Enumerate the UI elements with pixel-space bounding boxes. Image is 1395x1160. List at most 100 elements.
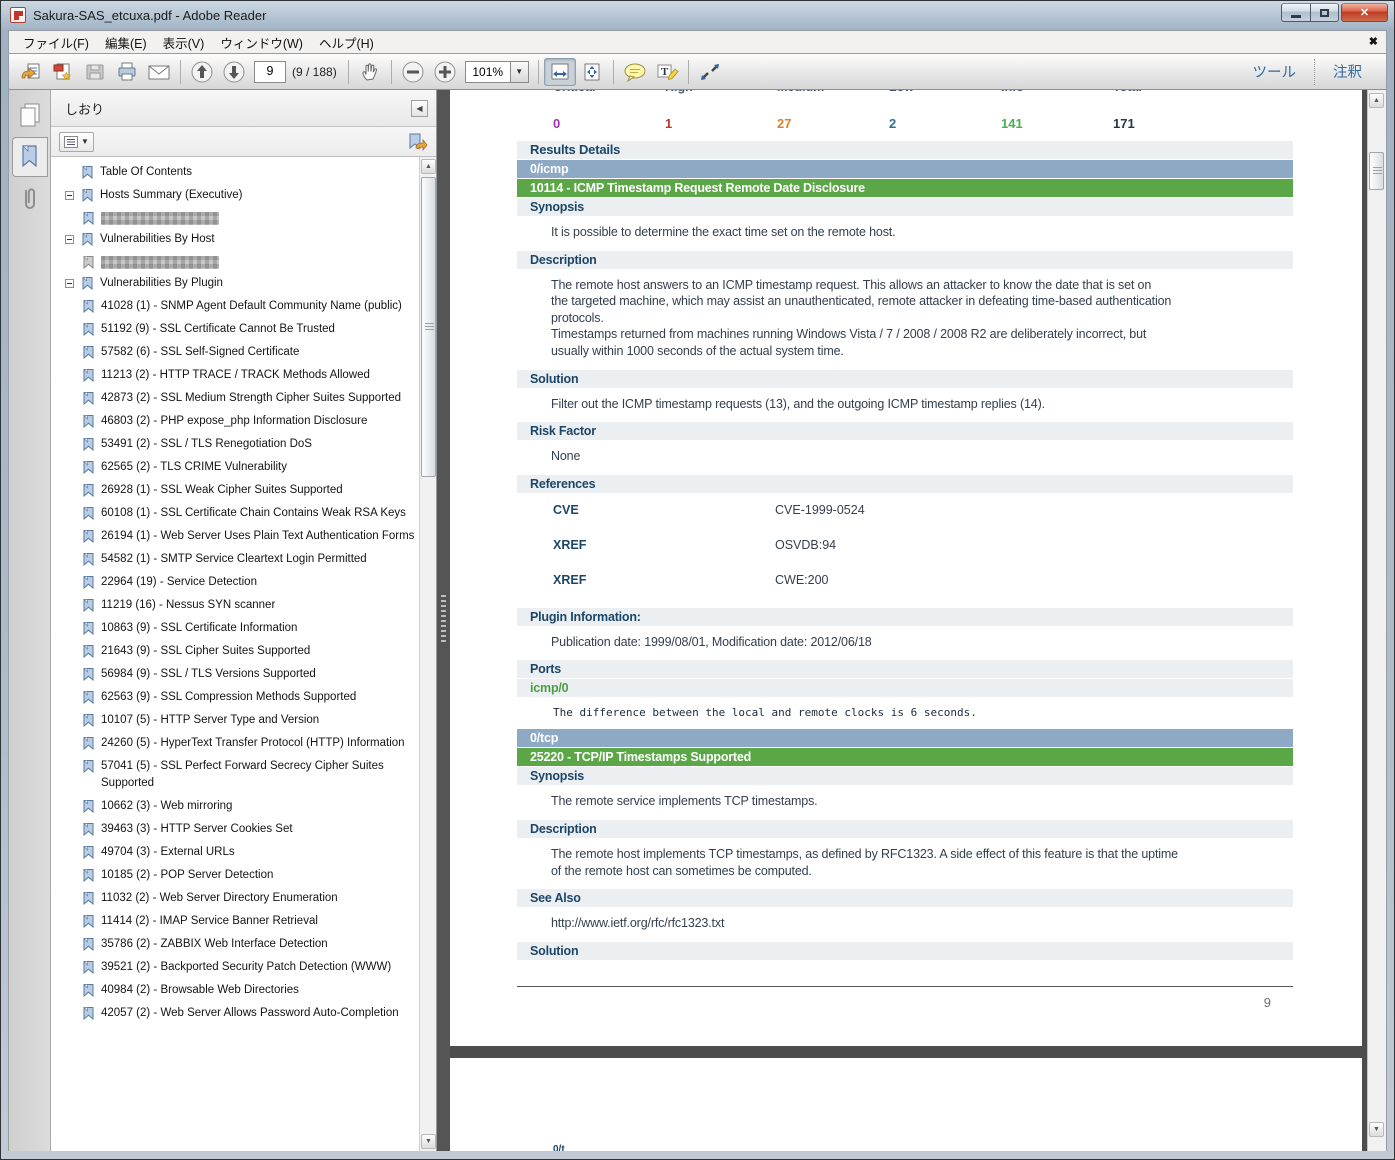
bookmark-item[interactable]: 11219 (16) - Nessus SYN scanner [51,594,419,617]
bookmark-item[interactable]: 39521 (2) - Backported Security Patch De… [51,956,419,979]
panel-splitter[interactable] [437,90,450,1151]
print-button[interactable] [111,58,143,86]
bookmark-item[interactable]: 62563 (9) - SSL Compression Methods Supp… [51,686,419,709]
attachments-panel-button[interactable] [13,180,47,218]
bookmark-item[interactable]: Table Of Contents [51,161,419,184]
collapse-panel-button[interactable]: ◀ [411,100,428,117]
bookmark-item-redacted[interactable] [51,207,419,228]
bookmark-item[interactable]: 11414 (2) - IMAP Service Banner Retrieva… [51,910,419,933]
bookmark-item[interactable]: 62565 (2) - TLS CRIME Vulnerability [51,456,419,479]
bookmark-item[interactable]: 11213 (2) - HTTP TRACE / TRACK Methods A… [51,364,419,387]
comment-button[interactable] [619,58,651,86]
scroll-down-arrow[interactable]: ▼ [421,1134,436,1149]
doc-scroll-up-arrow[interactable]: ▲ [1369,93,1384,108]
zoom-dropdown-button[interactable]: ▼ [511,61,529,83]
menu-item-0[interactable]: ファイル(F) [15,30,97,55]
maximize-button[interactable] [1311,3,1339,22]
annotations-button[interactable]: 注釈 [1315,61,1380,82]
zoom-level-input[interactable]: 101% [465,61,511,83]
minimize-button[interactable] [1281,3,1311,22]
bookmark-item[interactable]: 22964 (19) - Service Detection [51,571,419,594]
next-page-button[interactable] [218,58,250,86]
tools-button[interactable]: ツール [1235,61,1315,82]
bookmark-item[interactable]: 26194 (1) - Web Server Uses Plain Text A… [51,525,419,548]
menu-item-4[interactable]: ヘルプ(H) [311,30,382,55]
bookmark-item[interactable]: 57582 (6) - SSL Self-Signed Certificate [51,341,419,364]
bookmark-item[interactable]: 46803 (2) - PHP expose_php Information D… [51,410,419,433]
section-bar: Solution [517,370,1293,388]
bookmark-item[interactable]: 42873 (2) - SSL Medium Strength Cipher S… [51,387,419,410]
print-icon [116,62,138,82]
bookmark-item[interactable]: 11032 (2) - Web Server Directory Enumera… [51,887,419,910]
bookmark-item[interactable]: 10107 (5) - HTTP Server Type and Version [51,709,419,732]
bookmark-item[interactable]: 35786 (2) - ZABBIX Web Interface Detecti… [51,933,419,956]
bookmark-item[interactable]: Vulnerabilities By Plugin [51,272,419,295]
body-text: Filter out the ICMP timestamp requests (… [551,396,1293,413]
bookmark-item[interactable]: 56984 (9) - SSL / TLS Versions Supported [51,663,419,686]
fit-page-button[interactable] [576,58,608,86]
bookmarks-panel-button[interactable] [13,138,47,176]
bookmark-icon [82,322,95,336]
bookmark-item[interactable]: 40984 (2) - Browsable Web Directories [51,979,419,1002]
scrollbar-thumb[interactable] [421,177,436,477]
bookmark-item[interactable]: 26928 (1) - SSL Weak Cipher Suites Suppo… [51,479,419,502]
hand-tool-button[interactable] [354,58,386,86]
doc-scrollbar-thumb[interactable] [1369,152,1384,190]
reference-row: CVECVE-1999-0524 [553,503,1293,519]
bookmark-item[interactable]: 39463 (3) - HTTP Server Cookies Set [51,818,419,841]
open-button[interactable] [15,58,47,86]
fit-width-button[interactable] [544,58,576,86]
save-button[interactable] [79,58,111,86]
bookmark-item[interactable]: Vulnerabilities By Host [51,228,419,251]
bookmark-label: 46803 (2) - PHP expose_php Information D… [101,413,367,430]
menu-item-2[interactable]: 表示(V) [155,30,213,55]
document-scrollbar[interactable]: ▲ ▼ [1367,90,1386,1151]
doc-scroll-down-arrow[interactable]: ▼ [1369,1122,1384,1137]
collapse-expander-icon[interactable] [65,235,74,244]
pdf-page-10: 0/t [450,1058,1362,1151]
close-document-icon[interactable]: ✖ [1369,35,1378,48]
bookmark-item[interactable]: 10863 (9) - SSL Certificate Information [51,617,419,640]
fullscreen-button[interactable] [694,58,726,86]
bookmark-icon [81,232,94,246]
bookmark-item[interactable]: 57041 (5) - SSL Perfect Forward Secrecy … [51,755,419,795]
document-pane[interactable]: CriticalHighMediumLowInfoTotal 012721411… [450,90,1367,1151]
bookmark-item[interactable]: 54582 (1) - SMTP Service Cleartext Login… [51,548,419,571]
create-pdf-button[interactable] [47,58,79,86]
section-bar: Solution [517,942,1293,960]
bookmark-item[interactable]: 10185 (2) - POP Server Detection [51,864,419,887]
bookmark-item[interactable]: Hosts Summary (Executive) [51,184,419,207]
goto-current-bookmark-button[interactable] [406,132,428,152]
bookmark-label: 11219 (16) - Nessus SYN scanner [101,597,275,614]
bookmark-item[interactable]: 42057 (2) - Web Server Allows Password A… [51,1002,419,1025]
menu-item-3[interactable]: ウィンドウ(W) [212,30,311,55]
highlight-text-button[interactable]: T [651,58,683,86]
bookmark-item[interactable]: 24260 (5) - HyperText Transfer Protocol … [51,732,419,755]
zoom-out-button[interactable] [397,58,429,86]
collapse-expander-icon[interactable] [65,279,74,288]
bookmark-item-redacted[interactable] [51,251,419,272]
bookmark-item[interactable]: 60108 (1) - SSL Certificate Chain Contai… [51,502,419,525]
bookmark-item[interactable]: 41028 (1) - SNMP Agent Default Community… [51,295,419,318]
menu-item-1[interactable]: 編集(E) [97,30,155,55]
bookmark-item[interactable]: 49704 (3) - External URLs [51,841,419,864]
fit-width-icon [549,62,571,82]
bookmark-item[interactable]: 21643 (9) - SSL Cipher Suites Supported [51,640,419,663]
page-footer-rule [517,986,1293,987]
bookmark-label: 53491 (2) - SSL / TLS Renegotiation DoS [101,436,312,453]
title-bar[interactable]: Sakura-SAS_etcuxa.pdf - Adobe Reader ✕ [1,1,1394,30]
bookmarks-scrollbar[interactable]: ▲ ▼ [419,157,436,1151]
page-number-input[interactable]: 9 [254,61,286,83]
bookmark-options-button[interactable]: ▼ [59,132,94,152]
scroll-up-arrow[interactable]: ▲ [421,159,436,174]
reference-row: XREFOSVDB:94 [553,538,1293,554]
bookmark-item[interactable]: 53491 (2) - SSL / TLS Renegotiation DoS [51,433,419,456]
pages-panel-button[interactable] [13,96,47,134]
bookmark-item[interactable]: 51192 (9) - SSL Certificate Cannot Be Tr… [51,318,419,341]
email-button[interactable] [143,58,175,86]
bookmark-item[interactable]: 10662 (3) - Web mirroring [51,795,419,818]
zoom-in-button[interactable] [429,58,461,86]
previous-page-button[interactable] [186,58,218,86]
close-button[interactable]: ✕ [1341,3,1388,22]
collapse-expander-icon[interactable] [65,191,74,200]
